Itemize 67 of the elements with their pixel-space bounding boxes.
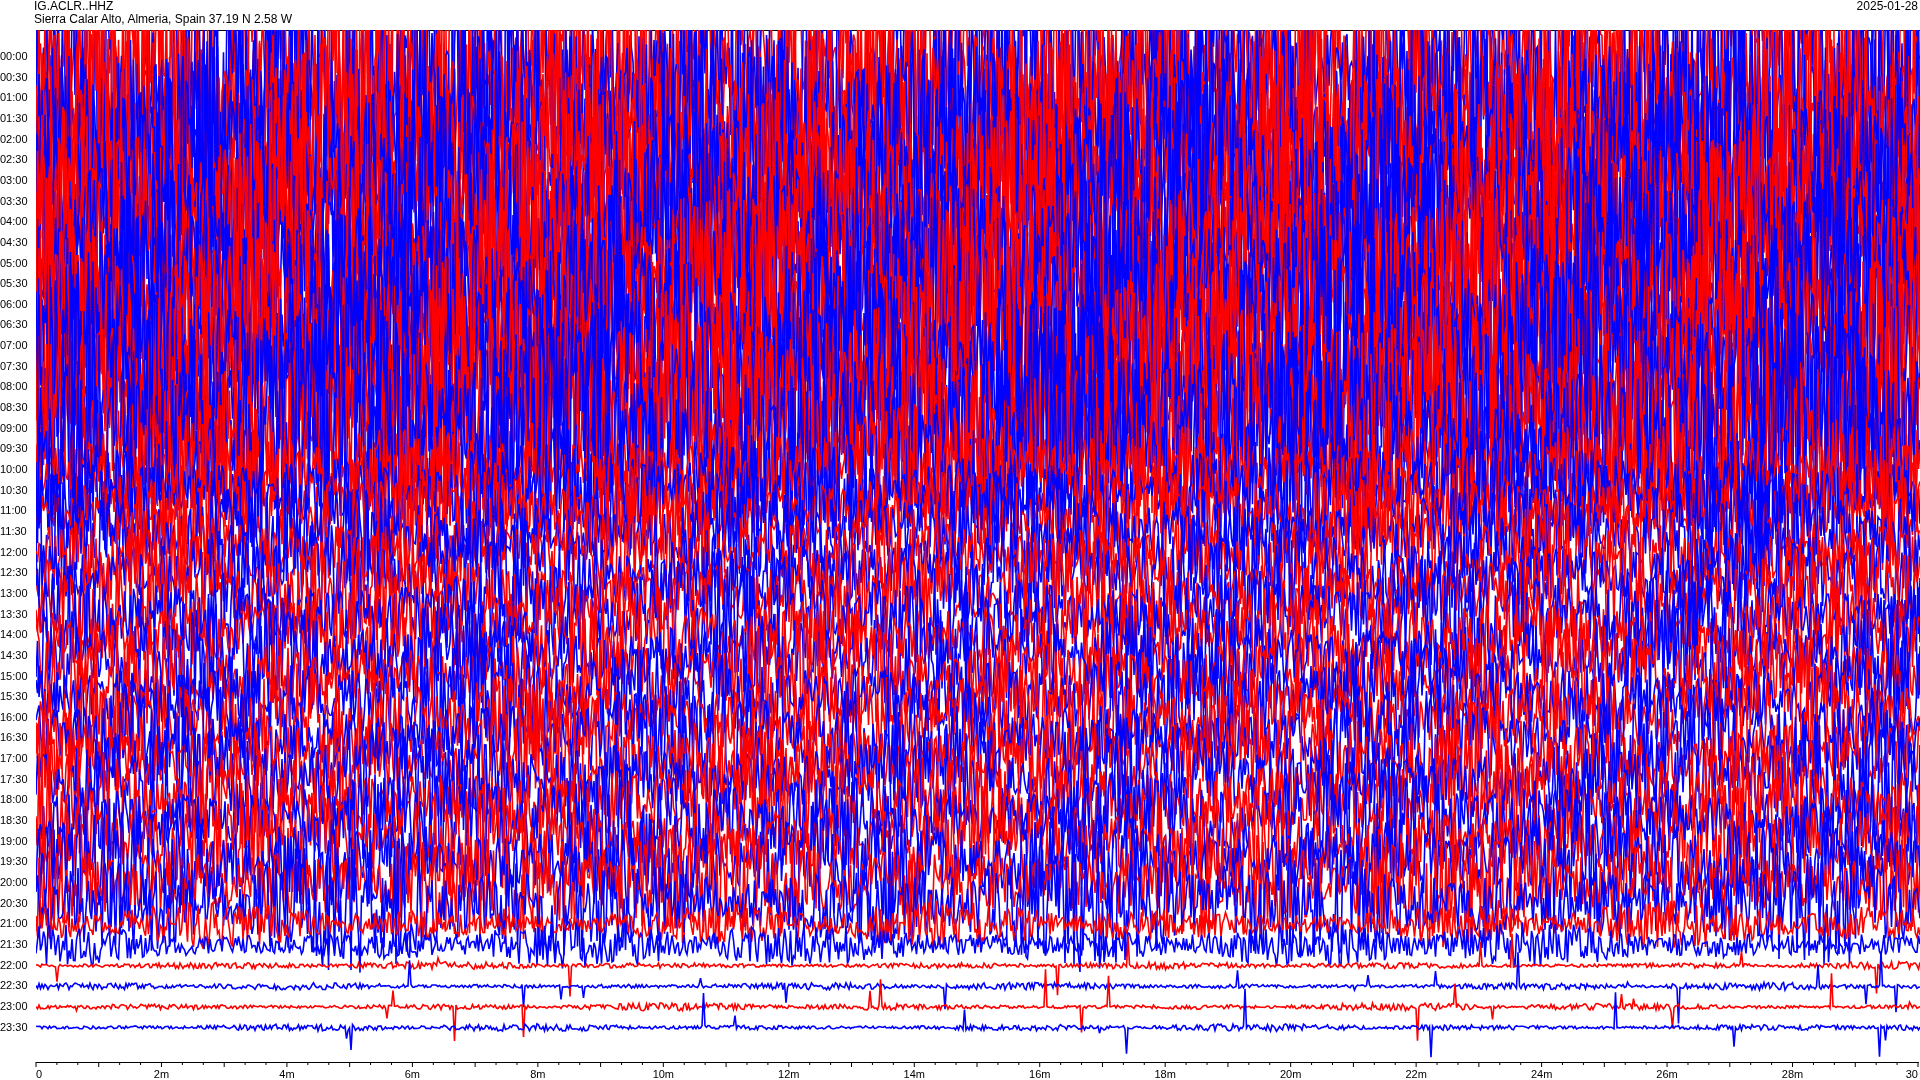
time-label: 15:00: [0, 669, 28, 683]
time-label: 20:00: [0, 876, 28, 889]
time-label: 13:30: [0, 607, 28, 621]
time-label: 16:30: [0, 731, 28, 745]
time-label: 18:30: [0, 814, 28, 828]
time-label: 00:00: [0, 50, 28, 63]
time-label: 07:00: [0, 339, 28, 353]
axis-tick-label: 26m: [1656, 1068, 1678, 1080]
time-label: 09:00: [0, 421, 28, 435]
time-label: 10:00: [0, 463, 28, 476]
time-label: 09:30: [0, 442, 28, 456]
time-label: 21:00: [0, 917, 28, 931]
time-label: 03:30: [0, 194, 28, 208]
axis-tick-label: 28m: [1781, 1068, 1804, 1080]
time-label: 21:30: [0, 937, 28, 951]
time-label: 23:30: [0, 1020, 28, 1034]
time-label: 08:00: [0, 380, 28, 394]
time-label: 12:30: [0, 566, 28, 580]
time-label: 12:00: [0, 545, 28, 559]
time-label: 05:00: [0, 256, 28, 270]
time-label: 15:30: [0, 690, 28, 704]
time-label: 11:30: [0, 524, 27, 538]
time-label: 06:30: [0, 318, 28, 332]
time-label: 07:30: [0, 359, 28, 373]
axis-tick-label: 4m: [279, 1068, 295, 1080]
axis-tick-label: 2m: [153, 1068, 170, 1080]
axis-tick-label: 24m: [1530, 1068, 1553, 1080]
station-code: IG.ACLR..HHZ: [34, 0, 115, 13]
time-label: 06:00: [0, 297, 28, 311]
time-label: 02:00: [0, 132, 28, 146]
time-label: 08:30: [0, 401, 28, 415]
time-label: 18:00: [0, 793, 28, 807]
axis-tick-label: 12m: [778, 1068, 800, 1080]
time-label: 00:30: [0, 70, 28, 84]
time-label: 13:00: [0, 586, 28, 600]
axis-tick-label: 20m: [1279, 1068, 1302, 1080]
axis-tick-label: 0: [36, 1068, 43, 1080]
axis-tick-label: 18m: [1154, 1068, 1176, 1080]
time-label: 11:00: [0, 504, 27, 518]
time-label: 22:30: [0, 979, 28, 993]
axis-tick-label: 14m: [903, 1068, 925, 1080]
time-label: 04:00: [0, 215, 28, 229]
time-label: 17:00: [0, 752, 28, 766]
time-label: 02:30: [0, 153, 28, 167]
time-label: 16:00: [0, 710, 28, 724]
axis-tick-label: 8m: [530, 1068, 546, 1080]
time-label: 01:00: [0, 91, 28, 105]
time-label: 04:30: [0, 235, 28, 249]
time-label: 01:30: [0, 111, 28, 125]
time-label: 17:30: [0, 772, 28, 786]
axis-tick-label: 30: [1905, 1068, 1918, 1080]
time-label: 19:30: [0, 855, 28, 869]
time-label: 10:30: [0, 483, 28, 497]
axis-tick-label: 22m: [1405, 1068, 1427, 1080]
date-label: 2025-01-28: [1856, 0, 1919, 15]
station-location: Sierra Calar Alto, Almeria, Spain 37.19 N 2.58 W: [34, 13, 293, 26]
time-label: 20:30: [0, 896, 28, 910]
time-label: 19:00: [0, 834, 28, 848]
time-label: 14:30: [0, 648, 28, 662]
time-label: 22:00: [0, 958, 28, 972]
axis-tick-label: 16m: [1029, 1068, 1051, 1080]
time-label: 05:30: [0, 277, 28, 291]
time-label: 14:00: [0, 628, 28, 642]
axis-tick-label: 6m: [404, 1068, 421, 1080]
axis-tick-label: 10m: [652, 1068, 675, 1080]
time-label: 03:00: [0, 173, 28, 187]
time-label: 23:00: [0, 999, 28, 1013]
